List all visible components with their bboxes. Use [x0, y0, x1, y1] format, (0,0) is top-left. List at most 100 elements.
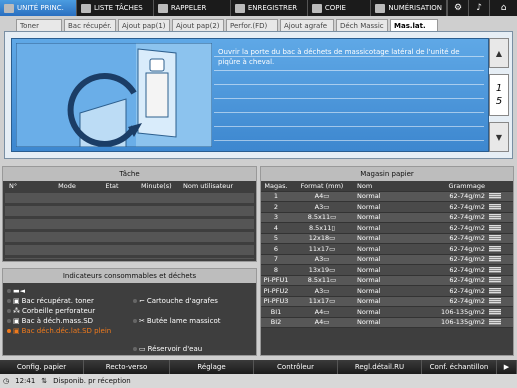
tab-unite-princ[interactable]: UNITÉ PRINC.	[0, 0, 77, 16]
job-panel-title: Tâche	[3, 167, 256, 181]
subtab-bac-recuper[interactable]: Bac récupér.	[64, 19, 116, 31]
trim-waste-icon: ▣	[13, 317, 20, 325]
col-minutes: Minute(s)	[141, 182, 172, 190]
tray-format: A4▭	[314, 192, 330, 201]
down-arrow-icon: ▼	[495, 132, 503, 142]
tray-row[interactable]: 7 A3▭ Normal 62-74g/m2	[261, 254, 513, 265]
recto-verso-button[interactable]: Recto-verso	[84, 360, 170, 374]
level-cell	[485, 256, 505, 263]
tray-format: A3▭	[314, 202, 330, 211]
cartridge-icon: ▬◄	[13, 287, 25, 295]
tray-id: PI-PFU3	[263, 297, 289, 306]
subtab-ajout-pap-2[interactable]: Ajout pap(2)	[172, 19, 224, 31]
consumables-panel: Indicateurs consommables et déchets ▬◄ ▣…	[2, 268, 257, 356]
side-trim-waste-icon: ▣	[13, 327, 20, 335]
next-arrow-button[interactable]: ▶	[497, 360, 517, 374]
water-tank-icon: ▭	[139, 345, 146, 353]
level-cell	[485, 224, 505, 231]
indicator-label: Cartouche d'agrafes	[146, 297, 218, 305]
tray-row[interactable]: BI1 A4▭ Normal 106-135g/m2	[261, 307, 513, 318]
col-nom: Nom	[357, 181, 373, 190]
reglage-button[interactable]: Réglage	[170, 360, 254, 374]
indicator-item: ▣ Bac récupérat. toner	[7, 297, 94, 305]
tray-weight: 62-74g/m2	[449, 234, 485, 243]
indicator-label: Réservoir d'eau	[147, 345, 203, 353]
controleur-button[interactable]: Contrôleur	[254, 360, 338, 374]
level-cell	[485, 298, 505, 305]
settings-button[interactable]: ⚙	[447, 0, 468, 16]
tray-id: 3	[273, 213, 279, 222]
tray-weight: 62-74g/m2	[449, 255, 485, 264]
home-button[interactable]: ⌂	[489, 0, 517, 16]
consumable-subtabs: Toner Bac récupér. Ajout pap(1) Ajout pa…	[16, 19, 438, 31]
volume-icon: ♪	[476, 3, 483, 13]
staple-icon: ⌐	[139, 297, 145, 305]
page-down-button[interactable]: ▼	[489, 122, 509, 152]
alert-dot	[7, 329, 11, 333]
guidance-panel: Ouvrir la porte du bac à déchets de mass…	[11, 38, 489, 152]
tray-weight: 62-74g/m2	[449, 297, 485, 306]
right-arrow-icon: ▶	[503, 363, 510, 371]
paper-level-icon	[489, 266, 501, 273]
page-current: 1	[495, 83, 503, 94]
subtab-ajout-pap-1[interactable]: Ajout pap(1)	[118, 19, 170, 31]
tray-row[interactable]: 2 A3▭ Normal 62-74g/m2	[261, 202, 513, 213]
tray-id: 1	[273, 192, 279, 201]
conf-echantillon-button[interactable]: Conf. échantillon	[422, 360, 497, 374]
tray-weight: 106-135g/m2	[441, 318, 485, 327]
tray-id: PI-PFU1	[263, 276, 289, 285]
indicator-item: ▬◄	[7, 287, 27, 295]
volume-button[interactable]: ♪	[468, 0, 489, 16]
tab-copie[interactable]: COPIE	[308, 0, 372, 16]
tray-id: 4	[273, 223, 279, 232]
status-dot	[133, 299, 137, 303]
tab-label: UNITÉ PRINC.	[17, 4, 64, 12]
tab-enregistrer[interactable]: ENREGISTRER	[231, 0, 308, 16]
subtab-mas-lat[interactable]: Mas.lat.	[390, 19, 438, 31]
col-mode: Mode	[58, 182, 76, 190]
tray-name: Normal	[357, 202, 381, 211]
tray-row[interactable]: 5 12x18▭ Normal 62-74g/m2	[261, 233, 513, 244]
tray-format: 12x18▭	[308, 234, 336, 243]
top-nav: UNITÉ PRINC. LISTE TÂCHES RAPPELER ENREG…	[0, 0, 517, 16]
tray-row[interactable]: 8 13x19▭ Normal 62-74g/m2	[261, 265, 513, 276]
config-papier-button[interactable]: Config. papier	[0, 360, 84, 374]
tray-id: PI-PFU2	[263, 286, 289, 295]
tray-row[interactable]: 4 8.5x11▯ Normal 62-74g/m2	[261, 223, 513, 234]
tray-row[interactable]: BI2 A4▭ Normal 106-135g/m2	[261, 317, 513, 328]
tray-name: Normal	[357, 307, 381, 316]
indicator-item: ⌐ Cartouche d'agrafes	[133, 297, 218, 305]
tab-numerisation[interactable]: NUMÉRISATION	[371, 0, 448, 16]
up-arrow-icon: ▲	[495, 48, 503, 58]
subtab-dech-massic[interactable]: Déch Massic	[336, 19, 388, 31]
subtab-toner[interactable]: Toner	[16, 19, 62, 31]
page-up-button[interactable]: ▲	[489, 38, 509, 68]
tab-liste-taches[interactable]: LISTE TÂCHES	[77, 0, 154, 16]
regl-detail-ru-button[interactable]: Regl.détail.RU	[338, 360, 422, 374]
job-list[interactable]	[5, 193, 254, 259]
consumables-list: ▬◄ ▣ Bac récupérat. toner ⁂ Corbeille pe…	[3, 283, 256, 355]
level-cell	[485, 266, 505, 273]
tab-label: RAPPELER	[170, 4, 207, 12]
tab-label: LISTE TÂCHES	[93, 4, 143, 12]
machine-door-illustration	[15, 42, 213, 148]
punch-icon: ⁂	[13, 307, 20, 315]
tray-weight: 62-74g/m2	[449, 276, 485, 285]
col-format: Format (mm)	[300, 181, 344, 190]
tray-row[interactable]: PI-PFU1 8.5x11▭ Normal 62-74g/m2	[261, 275, 513, 286]
tray-row[interactable]: 1 A4▭ Normal 62-74g/m2	[261, 191, 513, 202]
tab-label: ENREGISTRER	[247, 4, 298, 12]
tray-row[interactable]: 6 11x17▭ Normal 62-74g/m2	[261, 244, 513, 255]
tab-rappeler[interactable]: RAPPELER	[154, 0, 231, 16]
subtab-perfor-fd[interactable]: Perfor.(FD)	[226, 19, 278, 31]
paper-level-icon	[489, 287, 501, 294]
recall-icon	[157, 3, 168, 13]
tray-row[interactable]: PI-PFU3 11x17▭ Normal 62-74g/m2	[261, 296, 513, 307]
tray-row[interactable]: 3 8.5x11▭ Normal 62-74g/m2	[261, 212, 513, 223]
tray-format: 13x19▭	[308, 265, 336, 274]
tray-weight: 62-74g/m2	[449, 213, 485, 222]
subtab-ajout-agrafe[interactable]: Ajout agrafe	[280, 19, 334, 31]
status-dot	[7, 289, 11, 293]
tray-row[interactable]: PI-PFU2 A3▭ Normal 62-74g/m2	[261, 286, 513, 297]
tray-id: BI1	[270, 307, 282, 316]
